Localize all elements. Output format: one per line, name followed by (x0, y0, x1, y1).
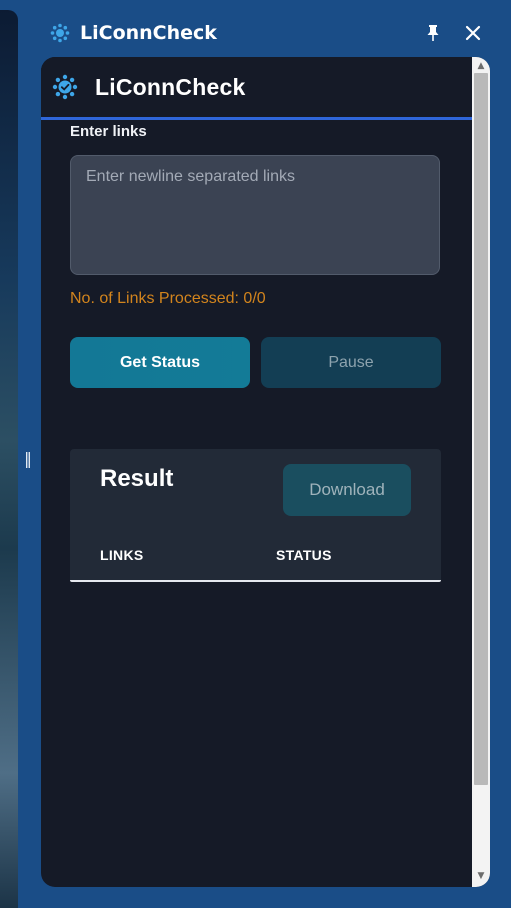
processed-value: 0/0 (243, 290, 266, 307)
pin-icon[interactable] (424, 23, 442, 43)
processed-label: No. of Links Processed: (70, 290, 244, 307)
links-label: Enter links (70, 123, 147, 140)
app-logo-icon (50, 23, 70, 43)
app-panel: LiConnCheck Enter links No. of Links Pro… (41, 57, 490, 887)
pause-button[interactable]: Pause (261, 337, 441, 388)
column-header-status[interactable]: STATUS (276, 547, 332, 563)
get-status-button[interactable]: Get Status (70, 337, 250, 388)
scrollbar-thumb[interactable] (474, 73, 488, 785)
result-title: Result (100, 465, 174, 492)
window-title: LiConnCheck (80, 22, 217, 44)
app-title: LiConnCheck (95, 73, 246, 100)
result-section: Result Download (70, 449, 441, 531)
app-header-logo-icon (52, 74, 78, 100)
app-header: LiConnCheck (41, 57, 472, 120)
desktop-wallpaper (0, 10, 18, 908)
links-input[interactable] (70, 155, 440, 275)
links-processed-counter: No. of Links Processed: 0/0 (70, 290, 266, 308)
results-table-header: LINKS STATUS (70, 531, 441, 582)
close-icon[interactable] (463, 23, 483, 43)
scroll-down-arrow-icon[interactable]: ▼ (474, 870, 488, 882)
scroll-up-arrow-icon[interactable]: ▲ (474, 60, 488, 72)
window-titlebar: LiConnCheck (50, 19, 217, 47)
column-header-links[interactable]: LINKS (100, 547, 144, 563)
panel-resize-grip[interactable]: ‖ (24, 449, 32, 469)
download-button[interactable]: Download (283, 464, 411, 516)
